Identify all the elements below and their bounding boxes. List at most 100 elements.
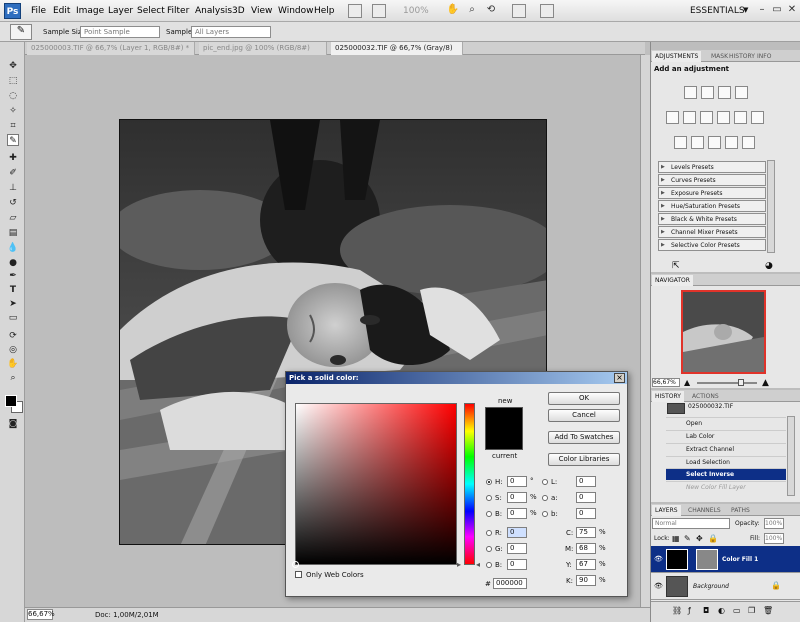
presets-scrollbar[interactable] [767, 160, 775, 253]
tab-actions[interactable]: ACTIONS [689, 391, 722, 402]
restore-icon[interactable]: ▭ [770, 3, 784, 17]
channel-mixer-icon[interactable] [751, 111, 764, 124]
zoom-level[interactable]: 100% [403, 6, 429, 16]
new-adjustment-icon[interactable]: ◐ [718, 606, 725, 615]
curves-icon[interactable] [718, 86, 731, 99]
tab-channels[interactable]: CHANNELS [685, 505, 724, 516]
rotate-view-icon[interactable]: ⟲ [484, 3, 498, 17]
eyedropper-tool-icon[interactable]: ✎ [7, 134, 19, 146]
navigator-zoom-field[interactable]: 66,67% [652, 378, 680, 387]
photo-filter-icon[interactable] [734, 111, 747, 124]
hue-slider-left-arrow-icon[interactable]: ▸ [457, 560, 461, 569]
menu-image[interactable]: Image [76, 6, 104, 16]
g-field[interactable]: 0 [507, 543, 527, 554]
history-item-select-inverse[interactable]: Select Inverse [666, 468, 786, 480]
selective-color-icon[interactable] [742, 136, 755, 149]
tab-adjustments[interactable]: ADJUSTMENTS [652, 51, 702, 62]
bv-field[interactable]: 0 [507, 508, 527, 519]
tab-history[interactable]: HISTORY [652, 391, 684, 402]
sample-select[interactable]: All Layers [191, 26, 271, 38]
history-item-new-color-fill[interactable]: New Color Fill Layer [666, 481, 786, 493]
3d-rotate-tool-icon[interactable]: ⟳ [7, 330, 19, 342]
layer-background[interactable]: 👁 Background 🔒 [651, 573, 800, 600]
hue-slider-right-arrow-icon[interactable]: ◂ [476, 560, 480, 569]
add-to-swatches-button[interactable]: Add To Swatches [548, 431, 620, 444]
h-field[interactable]: 0 [507, 476, 527, 487]
pen-tool-icon[interactable]: ✒ [7, 270, 19, 282]
history-item-extract-channel[interactable]: Extract Channel [666, 443, 786, 455]
move-tool-icon[interactable]: ✥ [7, 60, 19, 72]
a-field[interactable]: 0 [576, 492, 596, 503]
quick-mask-icon[interactable]: ◙ [7, 418, 19, 430]
b-radio[interactable] [486, 562, 492, 568]
view-extras-icon[interactable] [372, 4, 386, 18]
crop-tool-icon[interactable]: ⌗ [7, 120, 19, 132]
zoom-in-icon[interactable]: ▲ [762, 378, 769, 388]
preset-selective-color[interactable]: Selective Color Presets [658, 239, 766, 251]
new-group-icon[interactable]: ▭ [733, 606, 741, 615]
history-scrollbar[interactable] [787, 416, 795, 496]
color-balance-icon[interactable] [700, 111, 713, 124]
vertical-scrollbar[interactable] [640, 55, 650, 607]
history-snapshot-name[interactable]: 025000032.TIF [688, 403, 733, 410]
color-field-marker[interactable] [292, 561, 299, 568]
minimize-icon[interactable]: – [755, 3, 769, 17]
shape-tool-icon[interactable]: ▭ [7, 312, 19, 324]
hue-saturation-icon[interactable] [683, 111, 696, 124]
bv-radio[interactable] [486, 511, 492, 517]
tab-paths[interactable]: PATHS [728, 505, 753, 516]
background-thumbnail[interactable] [666, 576, 688, 597]
preset-exposure[interactable]: Exposure Presets [658, 187, 766, 199]
bridge-icon[interactable] [348, 4, 362, 18]
tab-document-3[interactable]: 025000032.TIF @ 66,7% (Gray/8) * [331, 42, 463, 65]
preset-curves[interactable]: Curves Presets [658, 174, 766, 186]
navigator-zoom-thumb[interactable] [738, 379, 744, 386]
workspace-chevron-icon[interactable]: ▼ [743, 6, 748, 14]
hex-field[interactable]: 000000 [493, 578, 527, 589]
link-layers-icon[interactable]: ⛓ [672, 606, 682, 615]
marquee-tool-icon[interactable]: ⬚ [7, 75, 19, 87]
preset-black-white[interactable]: Black & White Presets [658, 213, 766, 225]
menu-3d[interactable]: 3D [232, 6, 245, 16]
ok-button[interactable]: OK [548, 392, 620, 405]
lock-position-icon[interactable]: ✥ [696, 534, 703, 543]
navigator-preview[interactable] [681, 290, 766, 374]
eraser-tool-icon[interactable]: ▱ [7, 212, 19, 224]
lasso-tool-icon[interactable]: ◌ [7, 90, 19, 102]
c-field[interactable]: 75 [576, 527, 596, 538]
menu-file[interactable]: File [31, 6, 46, 16]
menu-edit[interactable]: Edit [53, 6, 70, 16]
workspace-switcher[interactable]: ESSENTIALS [690, 6, 745, 16]
lab-b-radio[interactable] [542, 511, 548, 517]
navigator-zoom-slider[interactable] [697, 382, 757, 384]
lock-transparent-icon[interactable]: ▦ [672, 534, 680, 543]
preset-levels[interactable]: Levels Presets [658, 161, 766, 173]
vibrance-icon[interactable] [666, 111, 679, 124]
sample-size-select[interactable]: Point Sample [80, 26, 160, 38]
layer-name[interactable]: Color Fill 1 [722, 556, 758, 563]
blend-mode-select[interactable]: Normal [652, 518, 730, 529]
tab-layers[interactable]: LAYERS [652, 505, 681, 516]
zoom-tool-icon[interactable]: ⌕ [465, 3, 479, 17]
tab-info[interactable]: INFO [754, 51, 774, 62]
arrange-documents-icon[interactable] [512, 4, 526, 18]
black-white-icon[interactable] [717, 111, 730, 124]
menu-help[interactable]: Help [314, 6, 335, 16]
blur-tool-icon[interactable]: 💧 [7, 242, 19, 254]
r-field[interactable]: 0 [507, 527, 527, 538]
history-item-load-selection[interactable]: Load Selection [666, 456, 786, 468]
eyedropper-preset-icon[interactable]: ✎ [10, 24, 32, 40]
delete-layer-icon[interactable]: 🗑 [763, 606, 773, 615]
l-radio[interactable] [542, 479, 548, 485]
k-field[interactable]: 90 [576, 575, 596, 586]
fill-field[interactable]: 100% [764, 533, 784, 544]
exposure-icon[interactable] [735, 86, 748, 99]
hand-tool-icon[interactable]: ✋ [7, 358, 19, 370]
r-radio[interactable] [486, 530, 492, 536]
quick-select-tool-icon[interactable]: ✧ [7, 105, 19, 117]
h-radio[interactable] [486, 479, 492, 485]
color-libraries-button[interactable]: Color Libraries [548, 453, 620, 466]
hand-tool-icon[interactable]: ✋ [446, 3, 460, 17]
layer-name[interactable]: Background [693, 583, 729, 590]
threshold-icon[interactable] [708, 136, 721, 149]
